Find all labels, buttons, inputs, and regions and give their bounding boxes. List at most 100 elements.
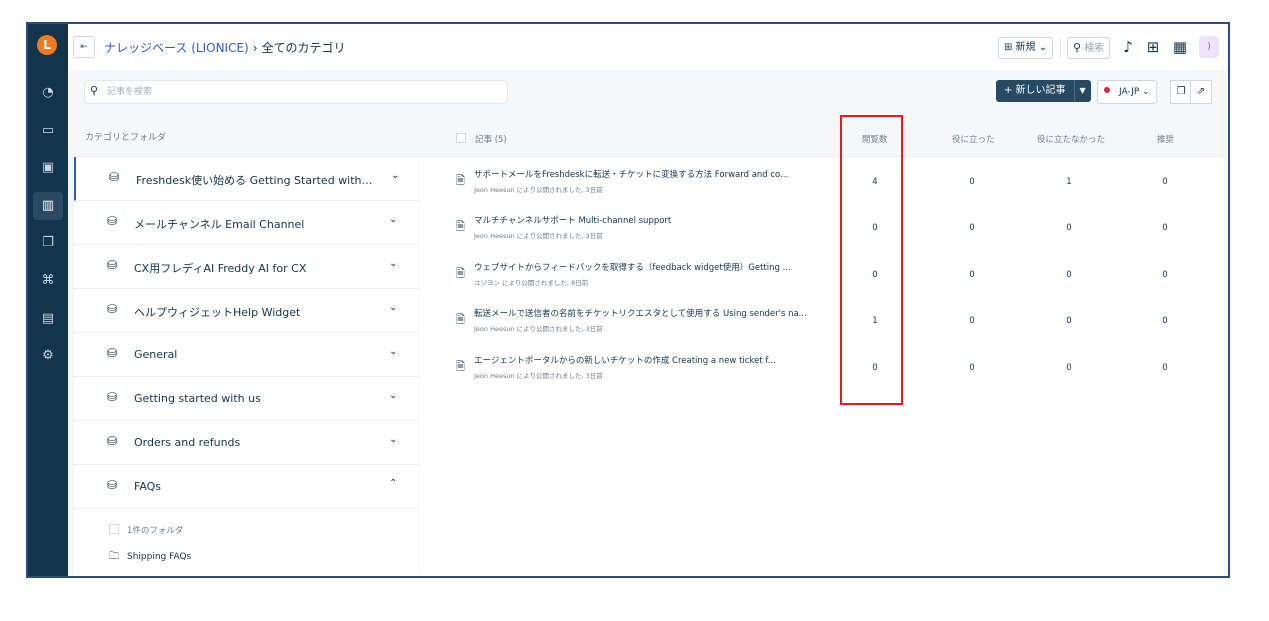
article-title[interactable]: サポートメールをFreshdeskに転送・チケットに変換する方法 Forward… [474,168,788,180]
bot-icon[interactable]: ⌘ [38,271,58,291]
article-search-input[interactable] [105,83,499,101]
article-title[interactable]: エージェントポータルからの新しいチケットの作成 Creating a new t… [474,354,776,366]
category-name: FAQs [134,480,162,493]
article-meta: Jeon Heesun により公開されました, 3日前 [474,232,603,241]
copy-icon[interactable]: ❐ [1170,80,1192,104]
category-icon: ⛁ [107,434,118,448]
not-helpful-count: 0 [1066,316,1072,327]
settings-gear-icon[interactable]: ⚙ [38,346,58,366]
new-article-label[interactable]: + 新しい記事 [996,80,1074,102]
category-item[interactable]: ⛁ Orders and refunds ⌄ [74,421,419,465]
nav-rail: L ◔ ▭ ▣ ▥ ❐ ⌘ ▤ ⚙ [28,24,68,576]
not-helpful-count: 0 [1066,362,1072,373]
category-item[interactable]: ⛁ Freshdesk使い始める Getting Started with Fr… [74,157,419,201]
app-logo[interactable]: L [37,35,57,55]
column-not-helpful[interactable]: 役に立たなかった [1037,133,1105,145]
notification-bell-icon[interactable]: ♪ [1118,37,1138,57]
folder-count: 1件のフォルダ [109,524,183,536]
category-icon: ⛁ [109,170,120,184]
new-article-button[interactable]: + 新しい記事 ▼ [996,80,1091,102]
article-meta: Jeon Heesun により公開されました, 3日前 [474,371,603,380]
column-helpful[interactable]: 役に立った [952,133,995,145]
breadcrumb-root-link[interactable]: ナレッジベース (LIONICE) [104,41,249,55]
not-helpful-count: 0 [1066,223,1072,234]
table-row[interactable]: 🗎 ウェブサイトからフィードバックを取得する（feedback widget使用… [420,250,1224,296]
recommended-count: 0 [1162,269,1168,280]
category-item[interactable]: ⛁ FAQs ⌃ [74,465,419,509]
column-title-label: 記事 (5) [475,135,507,145]
category-name: メールチャンネル Email Channel [134,218,305,231]
conversations-icon[interactable]: ❐ [38,233,58,253]
app-window: L ◔ ▭ ▣ ▥ ❐ ⌘ ▤ ⚙ ⇤ ナレッジベース (LIONICE) › 全て… [26,22,1230,578]
chevron-down-icon[interactable]: ⌄ [389,258,397,269]
category-icon: ⛁ [107,390,118,404]
select-all-checkbox[interactable] [109,524,119,534]
article-search-box[interactable]: ⚲ [84,80,508,104]
category-item[interactable]: ⛁ General ⌄ [74,333,419,377]
expanded-category-folders: 1件のフォルダ 🗀 Shipping FAQs [74,509,419,576]
category-item[interactable]: ⛁ メールチャンネル Email Channel ⌄ [74,201,419,245]
article-meta: Jeon Heesun により公開されました, 3日前 [474,325,603,334]
helpful-count: 0 [969,362,975,373]
chevron-down-icon[interactable]: ⌄ [389,214,397,225]
chevron-down-icon[interactable]: ⌄ [389,390,397,401]
reports-icon[interactable]: ▤ [38,309,58,329]
chevron-up-icon[interactable]: ⌃ [389,478,397,489]
category-icon: ⛁ [107,478,118,492]
table-row[interactable]: 🗎 マルチチャンネルサポート Multi-channel support Jeo… [420,203,1224,249]
articles-table-header: 記事 (5) 閲覧数 役に立った 役に立たなかった 推奨 [420,120,1224,157]
folder-name: Shipping FAQs [127,552,192,562]
sidebar-toggle-button[interactable]: ⇤ [73,36,95,58]
articles-panel: 記事 (5) 閲覧数 役に立った 役に立たなかった 推奨 🗎 サポートメールをF… [420,120,1224,576]
category-name: Getting started with us [134,392,261,405]
table-row[interactable]: 🗎 サポートメールをFreshdeskに転送・チケットに変換する方法 Forwa… [420,157,1224,203]
views-column-highlight-box [840,115,903,405]
select-all-articles-checkbox[interactable] [456,133,466,143]
article-title[interactable]: ウェブサイトからフィードバックを取得する（feedback widget使用）G… [474,261,791,273]
gift-icon[interactable]: ⊞ [1143,37,1163,57]
user-avatar[interactable]: ) [1199,36,1219,58]
external-link-icon[interactable]: ⇗ [1190,80,1212,104]
global-search-label: 検索 [1084,43,1105,54]
category-name: CX用フレディAI Freddy AI for CX [134,262,307,275]
article-icon: 🗎 [456,313,465,327]
recommended-count: 0 [1162,362,1168,373]
recommended-count: 0 [1162,177,1168,187]
calendar-icon[interactable]: ▦ [1170,37,1190,57]
global-search-button[interactable]: ⚲ 検索 [1067,37,1111,59]
article-title[interactable]: 転送メールで送信者の名前をチケットリクエスタとして使用する Using send… [474,307,807,319]
divider [1060,38,1061,58]
language-selector[interactable]: JA-JP ⌄ [1097,80,1157,104]
tickets-icon[interactable]: ▭ [38,121,58,141]
category-name: Freshdesk使い始める Getting Started with Fres… [136,174,376,187]
column-recommended[interactable]: 推奨 [1157,133,1174,145]
helpful-count: 0 [969,223,975,234]
chevron-down-icon[interactable]: ⌄ [389,434,397,445]
breadcrumb-separator: › [252,41,258,55]
chevron-down-icon[interactable]: ▼ [1073,80,1091,102]
language-label: JA-JP ⌄ [1119,87,1150,97]
recommended-count: 0 [1162,223,1168,234]
table-row[interactable]: 🗎 転送メールで送信者の名前をチケットリクエスタとして使用する Using se… [420,296,1224,342]
chevron-down-icon[interactable]: ⌄ [391,170,399,181]
category-item[interactable]: ⛁ ヘルプウィジェットHelp Widget ⌄ [74,289,419,333]
article-title[interactable]: マルチチャンネルサポート Multi-channel support [474,214,671,226]
article-icon: 🗎 [456,359,465,373]
breadcrumb-current: 全てのカテゴリ [261,41,346,55]
category-name: Orders and refunds [134,436,241,449]
knowledge-base-icon[interactable]: ▥ [33,192,63,220]
category-panel: カテゴリとフォルダ ⛁ Freshdesk使い始める Getting Start… [74,120,419,576]
article-icon: 🗎 [456,266,465,280]
contacts-icon[interactable]: ▣ [38,158,58,178]
article-meta: ユジヨン により公開されました, 8日前 [474,278,589,287]
chevron-down-icon[interactable]: ⌄ [389,302,397,313]
category-item[interactable]: ⛁ CX用フレディAI Freddy AI for CX ⌄ [74,245,419,289]
table-row[interactable]: 🗎 エージェントポータルからの新しいチケットの作成 Creating a new… [420,343,1224,389]
category-icon: ⛁ [107,214,118,228]
new-dropdown-button[interactable]: ⊞ 新規 ⌄ [998,37,1054,59]
dashboard-icon[interactable]: ◔ [38,83,58,103]
category-panel-header: カテゴリとフォルダ [74,120,419,157]
folder-item[interactable]: 🗀 Shipping FAQs [109,549,191,566]
chevron-down-icon[interactable]: ⌄ [389,346,397,357]
category-item[interactable]: ⛁ Getting started with us ⌄ [74,377,419,421]
